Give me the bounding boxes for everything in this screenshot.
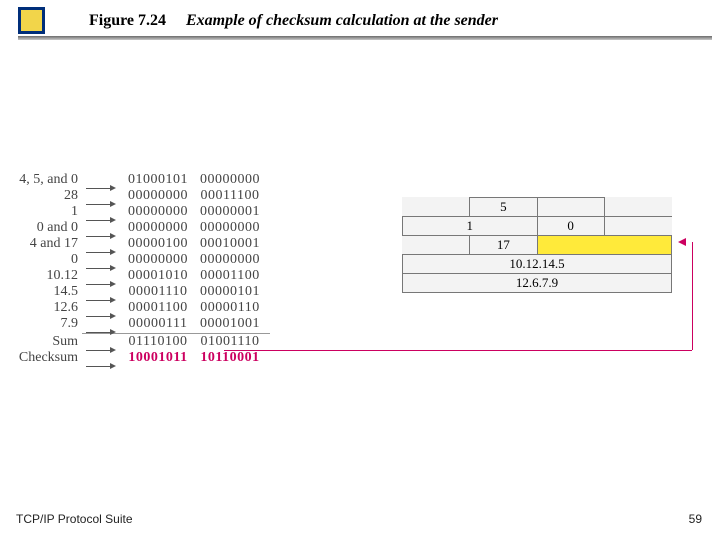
binary-low-byte: 00000101 (194, 284, 266, 300)
binary-low-byte: 00000000 (194, 252, 266, 268)
binary-row: Sum 0111010001001110 (4, 334, 270, 350)
binary-row: 14.5 0000111000000101 (4, 284, 270, 300)
binary-row: Checksum 1000101110110001 (4, 350, 270, 366)
binary-row: 00000000000000000 (4, 252, 270, 268)
binary-row: 1 0000000000000001 (4, 204, 270, 220)
binary-row-label: 14.5 (4, 284, 78, 300)
slide-bullet-inner (21, 10, 42, 31)
binary-low-byte: 10110001 (194, 350, 266, 366)
title-rule (18, 36, 712, 40)
binary-row-label: Sum (4, 334, 78, 350)
hdr-dst-ip: 12.6.7.9 (403, 274, 672, 293)
binary-low-byte: 00010001 (194, 236, 266, 252)
binary-low-byte: 00001001 (194, 316, 266, 332)
binary-row: 0 and 0 0000000000000000 (4, 220, 270, 236)
binary-high-byte: 00001110 (122, 284, 194, 300)
checksum-pointer-vline (692, 242, 693, 350)
binary-low-byte: 00000000 (194, 220, 266, 236)
binary-row-label: Checksum (4, 350, 78, 366)
checksum-pointer-hline (224, 350, 692, 351)
binary-low-byte: 00000000 (194, 172, 266, 188)
hdr-proto: 17 (470, 236, 537, 255)
binary-row-label: 10.12 (4, 268, 78, 284)
binary-high-byte: 01110100 (122, 334, 194, 350)
figure-caption: Example of checksum calculation at the s… (186, 12, 498, 30)
hdr-hlen: 5 (470, 198, 537, 217)
hdr-checksum-field (537, 236, 672, 255)
figure-number: Figure 7.24 (89, 12, 166, 30)
binary-row-label: 28 (4, 188, 78, 204)
footer-book-title: TCP/IP Protocol Suite (16, 512, 133, 526)
binary-high-byte: 00000000 (122, 188, 194, 204)
binary-row: 28 0000000000011100 (4, 188, 270, 204)
binary-high-byte: 00000000 (122, 204, 194, 220)
footer-page-number: 59 (689, 512, 702, 526)
binary-high-byte: 00000000 (122, 252, 194, 268)
checksum-pointer-arrow-icon (678, 238, 686, 246)
binary-low-byte: 00001100 (194, 268, 266, 284)
binary-row-label: 12.6 (4, 300, 78, 316)
binary-high-byte: 00001010 (122, 268, 194, 284)
binary-low-byte: 00000110 (194, 300, 266, 316)
hdr-src-ip: 10.12.14.5 (403, 255, 672, 274)
binary-high-byte: 00000100 (122, 236, 194, 252)
binary-row-label: 0 (4, 252, 78, 268)
binary-listing: 4, 5, and 001000101000000002800000000000… (4, 172, 270, 366)
hdr-id: 1 (403, 217, 538, 236)
ip-header-table: 5 1 0 17 10.12.14.5 12.6.7.9 (402, 197, 672, 293)
binary-row-label: 4 and 17 (4, 236, 78, 252)
binary-row: 4, 5, and 0 0100010100000000 (4, 172, 270, 188)
binary-high-byte: 01000101 (122, 172, 194, 188)
binary-row: 7.9 0000011100001001 (4, 316, 270, 332)
binary-low-byte: 01001110 (194, 334, 266, 350)
binary-low-byte: 00000001 (194, 204, 266, 220)
binary-high-byte: 00000111 (122, 316, 194, 332)
binary-high-byte: 00001100 (122, 300, 194, 316)
binary-row-label: 1 (4, 204, 78, 220)
binary-row: 4 and 17 0000010000010001 (4, 236, 270, 252)
hdr-tos (537, 198, 604, 217)
hdr-flag: 0 (537, 217, 604, 236)
binary-row-label: 4, 5, and 0 (4, 172, 78, 188)
binary-row: 10.12 0000101000001100 (4, 268, 270, 284)
slide-bullet (18, 7, 45, 34)
binary-high-byte: 10001011 (122, 350, 194, 366)
binary-low-byte: 00011100 (194, 188, 266, 204)
binary-row: 12.6 0000110000000110 (4, 300, 270, 316)
binary-row-label: 0 and 0 (4, 220, 78, 236)
binary-high-byte: 00000000 (122, 220, 194, 236)
binary-row-label: 7.9 (4, 316, 78, 332)
